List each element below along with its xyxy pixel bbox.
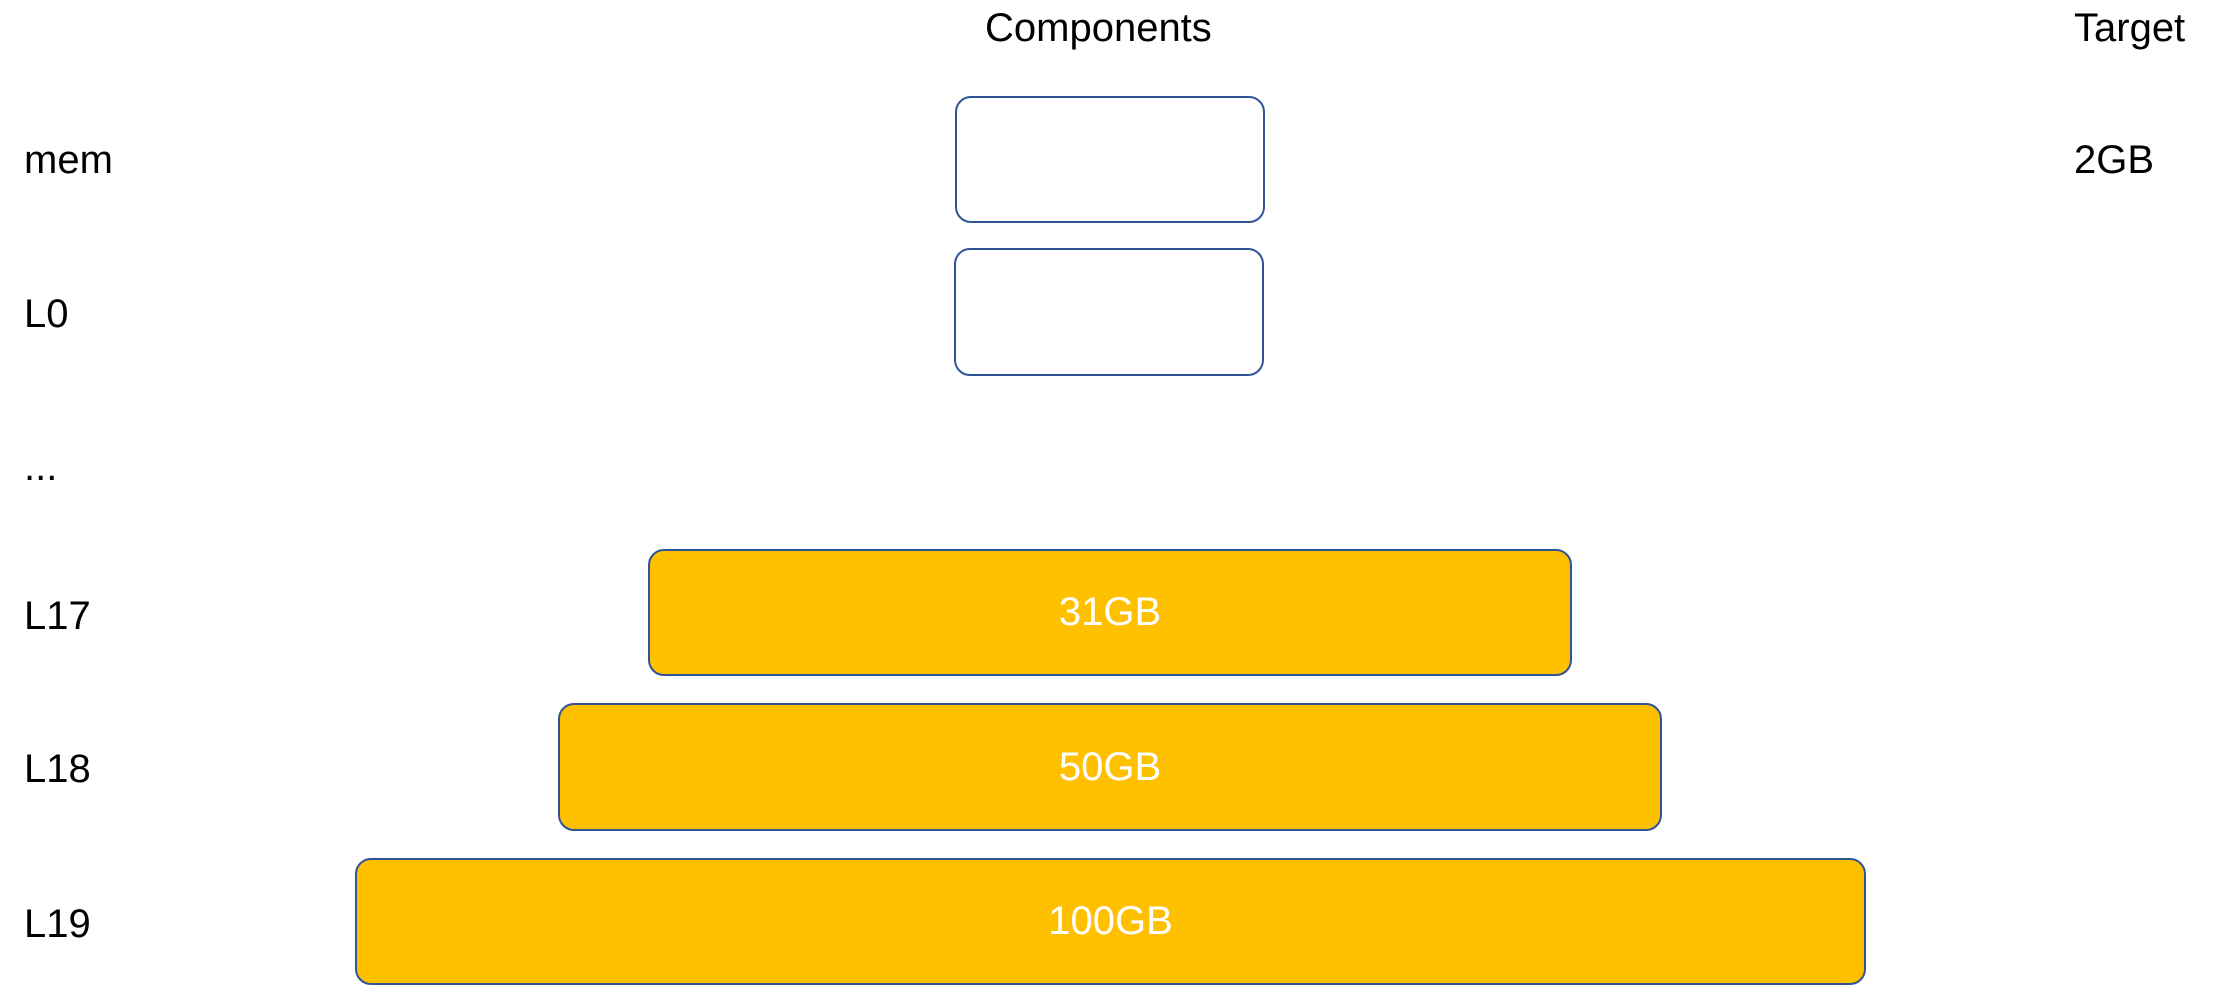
component-box-l17: 31GB xyxy=(648,549,1572,676)
level-label-l17: L17 xyxy=(24,594,91,638)
component-box-l18: 50GB xyxy=(558,703,1662,831)
component-size-l19: 100GB xyxy=(1048,899,1173,943)
header-components: Components xyxy=(985,6,1212,50)
level-label-l19: L19 xyxy=(24,902,91,946)
level-label-l18: L18 xyxy=(24,747,91,791)
level-label-mem: mem xyxy=(24,138,113,182)
level-label-ellipsis: ... xyxy=(24,445,58,489)
level-label-l0: L0 xyxy=(24,292,69,336)
component-size-l17: 31GB xyxy=(1058,590,1162,634)
component-box-l0 xyxy=(954,248,1264,376)
component-box-l19: 100GB xyxy=(355,858,1866,985)
component-box-mem xyxy=(955,96,1265,223)
target-value-mem: 2GB xyxy=(2074,138,2155,182)
component-size-l18: 50GB xyxy=(1058,744,1162,789)
header-target: Target xyxy=(2074,6,2186,50)
